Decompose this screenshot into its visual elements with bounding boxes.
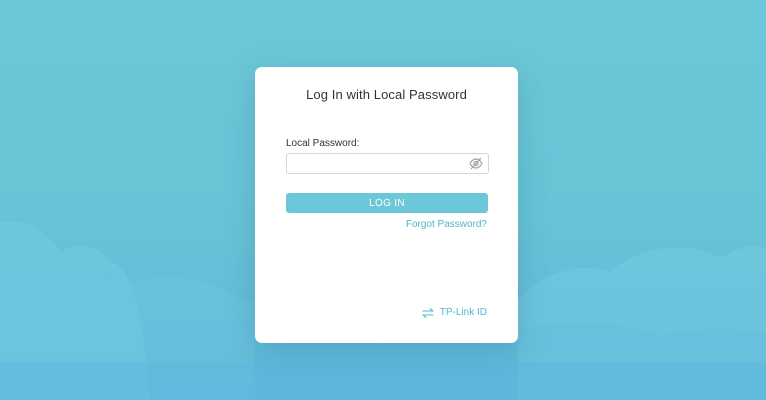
password-label: Local Password: [286,138,360,149]
page-background: Log In with Local Password Local Passwor… [0,0,766,400]
password-field-container [286,153,489,174]
tplink-id-link[interactable]: TP-Link ID [422,307,487,318]
swap-arrows-icon [422,307,434,318]
forgot-password-link[interactable]: Forgot Password? [406,219,487,230]
tplink-id-label: TP-Link ID [439,307,487,318]
login-button[interactable]: LOG IN [286,193,488,213]
password-field[interactable] [293,156,463,171]
eye-slash-icon[interactable] [469,157,483,170]
login-card: Log In with Local Password Local Passwor… [255,67,518,343]
login-title: Log In with Local Password [306,87,467,102]
